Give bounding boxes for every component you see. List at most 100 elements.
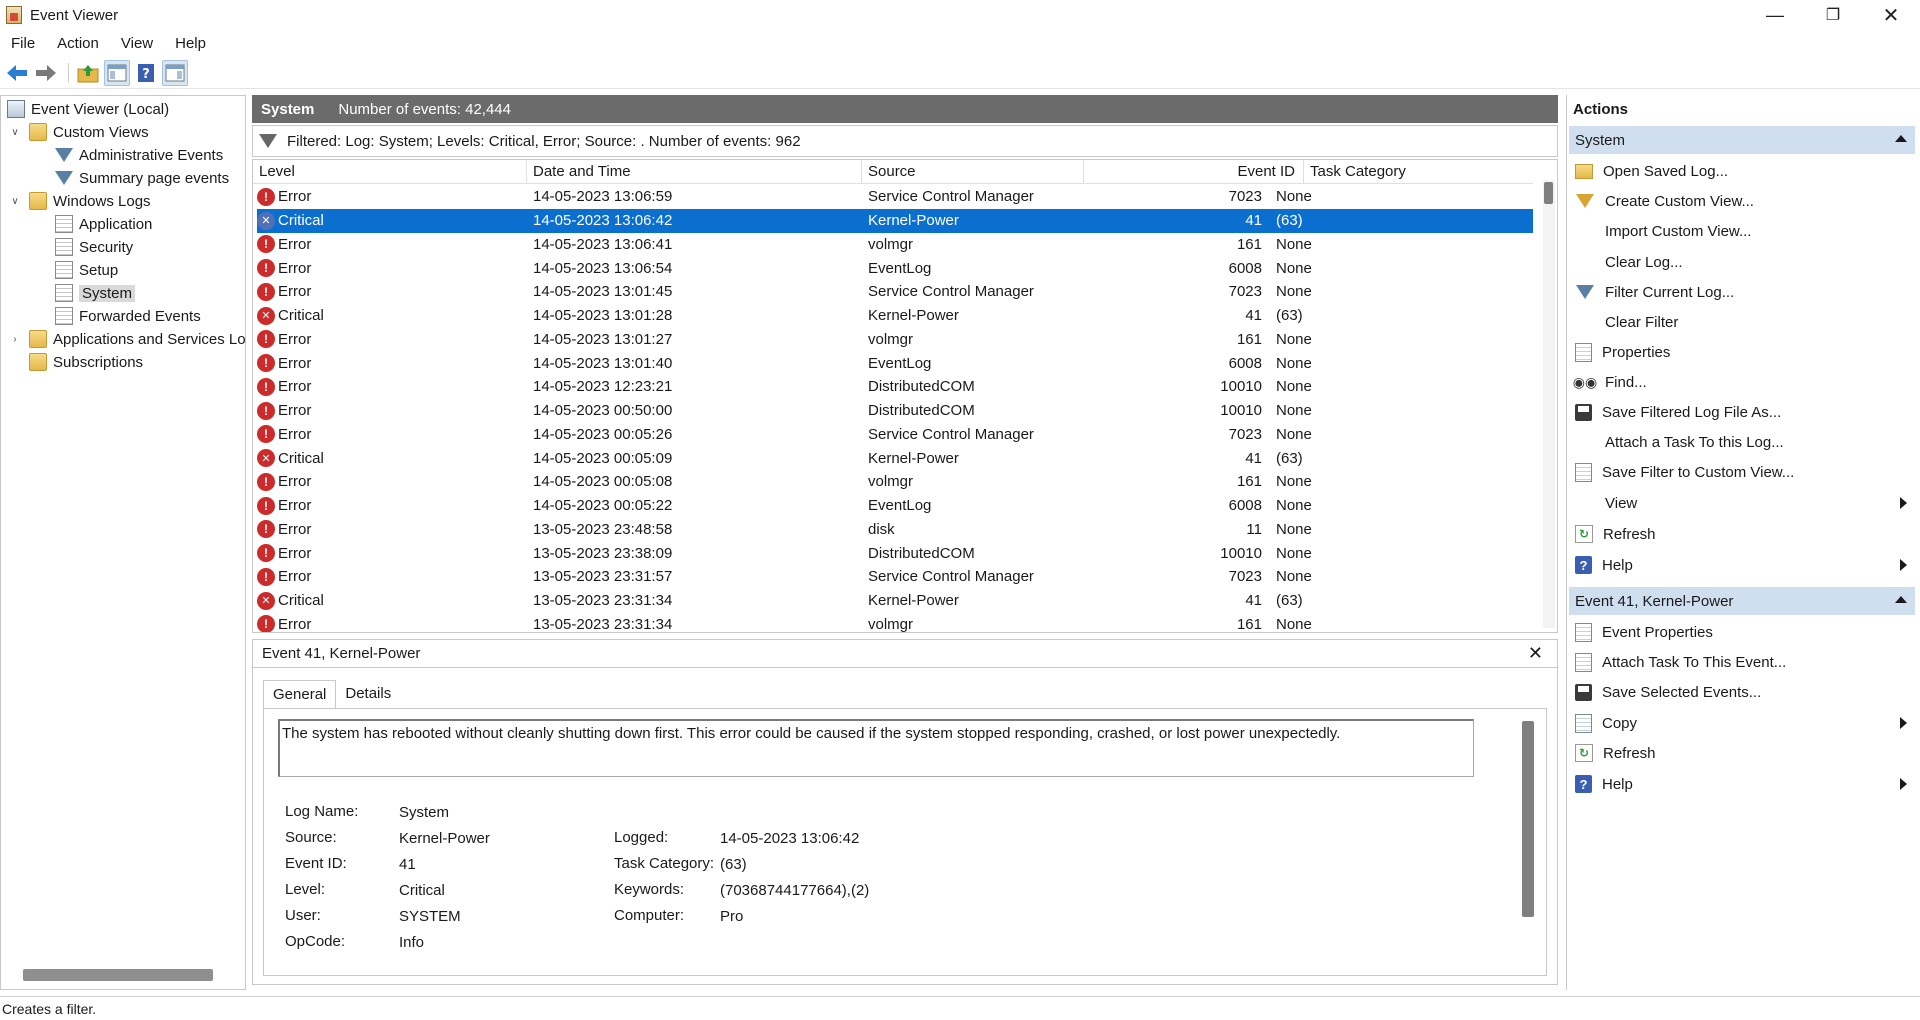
tree-node-summary-page-events[interactable]: Summary page events bbox=[55, 167, 229, 189]
table-row[interactable]: ! Error 14-05-2023 13:01:40 EventLog 6008 Non… bbox=[257, 351, 1533, 375]
action-attach-task-event[interactable]: Attach Task To This Event... bbox=[1569, 647, 1915, 677]
table-row[interactable]: ✕ Critical 14-05-2023 13:01:28 Kernel-Power… bbox=[257, 304, 1533, 328]
column-header-level[interactable]: Level bbox=[253, 160, 527, 184]
copy-icon bbox=[1575, 713, 1592, 733]
actions-group-system[interactable]: System bbox=[1569, 126, 1915, 154]
column-header-task-category[interactable]: Task Category bbox=[1304, 160, 1533, 184]
source-cell: volmgr bbox=[868, 235, 914, 253]
log-icon bbox=[55, 238, 73, 256]
menu-help[interactable]: Help bbox=[164, 35, 217, 52]
tree-node-security[interactable]: Security bbox=[55, 236, 133, 258]
back-arrow-icon bbox=[7, 64, 27, 81]
level-text: Error bbox=[278, 473, 312, 491]
filter-icon bbox=[55, 148, 73, 162]
action-view[interactable]: View bbox=[1569, 488, 1915, 518]
tree-node-subscriptions[interactable]: Subscriptions bbox=[29, 351, 143, 373]
table-row[interactable]: ! Error 14-05-2023 13:01:45 Service Control… bbox=[257, 280, 1533, 304]
tab-details[interactable]: Details bbox=[336, 680, 400, 708]
tree-node-applications-services[interactable]: › Applications and Services Logs bbox=[9, 328, 245, 350]
tree-node-forwarded-events[interactable]: Forwarded Events bbox=[55, 305, 201, 327]
action-help[interactable]: ? Help bbox=[1569, 550, 1915, 580]
forward-button[interactable] bbox=[33, 60, 59, 86]
action-label: Help bbox=[1602, 775, 1633, 793]
event-list-scrollbar[interactable] bbox=[1543, 180, 1555, 628]
table-row[interactable]: ! Error 13-05-2023 23:48:58 disk 11 None bbox=[257, 518, 1533, 542]
table-row[interactable]: ! Error 14-05-2023 00:05:08 volmgr 161 None bbox=[257, 470, 1533, 494]
tree-node-setup[interactable]: Setup bbox=[55, 259, 118, 281]
column-header-date[interactable]: Date and Time bbox=[527, 160, 862, 184]
event-id-cell: 41 bbox=[1245, 449, 1262, 467]
minimize-button[interactable]: — bbox=[1746, 0, 1804, 30]
action-save-filter-custom-view[interactable]: Save Filter to Custom View... bbox=[1569, 457, 1915, 487]
action-find[interactable]: ◉◉ Find... bbox=[1569, 367, 1915, 397]
table-row[interactable]: ! Error 14-05-2023 13:06:41 volmgr 161 None bbox=[257, 233, 1533, 257]
actions-group-event[interactable]: Event 41, Kernel-Power bbox=[1569, 587, 1915, 615]
chevron-right-icon[interactable]: › bbox=[9, 334, 21, 345]
action-properties[interactable]: Properties bbox=[1569, 337, 1915, 367]
show-hide-action-pane-button[interactable] bbox=[162, 59, 188, 86]
level-text: Error bbox=[278, 283, 312, 301]
action-filter-current-log[interactable]: Filter Current Log... bbox=[1569, 277, 1915, 307]
event-list-scroll-thumb[interactable] bbox=[1544, 182, 1553, 204]
tree-node-label: Application bbox=[79, 215, 153, 233]
tree-node-custom-views[interactable]: ∨ Custom Views bbox=[9, 121, 149, 143]
table-row[interactable]: ✕ Critical 14-05-2023 00:05:09 Kernel-Power… bbox=[257, 446, 1533, 470]
tree-node-application[interactable]: Application bbox=[55, 213, 152, 235]
restore-button[interactable]: ❐ bbox=[1804, 0, 1862, 30]
action-copy[interactable]: Copy bbox=[1569, 708, 1915, 738]
menu-action[interactable]: Action bbox=[46, 35, 110, 52]
tree-node-windows-logs[interactable]: ∨ Windows Logs bbox=[9, 190, 151, 212]
event-id-cell: 7023 bbox=[1228, 283, 1262, 301]
close-button[interactable]: ✕ bbox=[1862, 0, 1920, 30]
close-details-icon[interactable]: ✕ bbox=[1528, 643, 1543, 664]
tree-horizontal-scrollbar[interactable] bbox=[23, 969, 213, 981]
event-description[interactable]: The system has rebooted without cleanly … bbox=[278, 719, 1474, 777]
collapse-icon[interactable] bbox=[1895, 135, 1907, 142]
table-row[interactable]: ✕ Critical 14-05-2023 13:06:42 Kernel-Power… bbox=[257, 208, 1533, 233]
tree-node-system[interactable]: System bbox=[55, 282, 136, 304]
action-open-saved-log[interactable]: Open Saved Log... bbox=[1569, 156, 1915, 186]
column-header-event-id[interactable]: Event ID bbox=[1084, 160, 1304, 184]
tree-node-administrative-events[interactable]: Administrative Events bbox=[55, 144, 223, 166]
help-toolbar-button[interactable]: ? bbox=[133, 60, 159, 86]
table-row[interactable]: ! Error 14-05-2023 13:01:27 volmgr 161 None bbox=[257, 328, 1533, 352]
table-row[interactable]: ! Error 14-05-2023 13:06:59 Service Control… bbox=[257, 185, 1533, 209]
action-refresh[interactable]: ↻ Refresh bbox=[1569, 519, 1915, 549]
action-create-custom-view[interactable]: Create Custom View... bbox=[1569, 186, 1915, 216]
back-button[interactable] bbox=[4, 60, 30, 86]
details-scrollbar[interactable] bbox=[1522, 721, 1534, 917]
table-row[interactable]: ! Error 13-05-2023 23:31:57 Service Control… bbox=[257, 565, 1533, 589]
table-row[interactable]: ! Error 13-05-2023 23:38:09 DistributedCOM 1… bbox=[257, 541, 1533, 565]
menu-view[interactable]: View bbox=[110, 35, 164, 52]
tree-node-event-viewer-local[interactable]: Event Viewer (Local) bbox=[7, 98, 169, 120]
action-help-event[interactable]: ? Help bbox=[1569, 769, 1915, 799]
chevron-down-icon[interactable]: ∨ bbox=[9, 196, 21, 207]
action-event-properties[interactable]: Event Properties bbox=[1569, 617, 1915, 647]
action-refresh-event[interactable]: ↻ Refresh bbox=[1569, 738, 1915, 768]
table-row[interactable]: ! Error 14-05-2023 00:50:00 DistributedCOM 1… bbox=[257, 399, 1533, 423]
column-header-source[interactable]: Source bbox=[862, 160, 1084, 184]
table-row[interactable]: ! Error 14-05-2023 13:06:54 EventLog 6008 Non… bbox=[257, 256, 1533, 280]
level-text: Error bbox=[278, 402, 312, 420]
table-row[interactable]: ! Error 14-05-2023 00:05:22 EventLog 6008 Non… bbox=[257, 494, 1533, 518]
action-save-selected-events[interactable]: Save Selected Events... bbox=[1569, 677, 1915, 707]
table-row[interactable]: ! Error 14-05-2023 12:23:21 DistributedCOM 1… bbox=[257, 375, 1533, 399]
date-cell: 14-05-2023 13:01:45 bbox=[533, 283, 673, 301]
action-save-filtered-log[interactable]: Save Filtered Log File As... bbox=[1569, 397, 1915, 427]
action-clear-filter[interactable]: Clear Filter bbox=[1569, 307, 1915, 337]
table-row[interactable]: ! Error 14-05-2023 00:05:26 Service Control… bbox=[257, 423, 1533, 447]
chevron-down-icon[interactable]: ∨ bbox=[9, 127, 21, 138]
table-row[interactable]: ✕ Critical 13-05-2023 23:31:34 Kernel-Power… bbox=[257, 589, 1533, 613]
date-cell: 14-05-2023 13:06:54 bbox=[533, 259, 673, 277]
action-attach-task-log[interactable]: Attach a Task To this Log... bbox=[1569, 427, 1915, 457]
collapse-icon[interactable] bbox=[1895, 596, 1907, 603]
keywords-label: Keywords: bbox=[614, 881, 685, 898]
table-row[interactable]: ! Error 13-05-2023 23:31:34 volmgr 161 None bbox=[257, 613, 1533, 632]
show-hide-tree-button[interactable] bbox=[104, 59, 130, 86]
up-level-button[interactable] bbox=[75, 60, 101, 86]
critical-icon: ✕ bbox=[257, 591, 275, 610]
menu-file[interactable]: File bbox=[0, 35, 46, 52]
action-import-custom-view[interactable]: Import Custom View... bbox=[1569, 216, 1915, 246]
tab-general[interactable]: General bbox=[263, 680, 337, 708]
action-clear-log[interactable]: Clear Log... bbox=[1569, 247, 1915, 277]
